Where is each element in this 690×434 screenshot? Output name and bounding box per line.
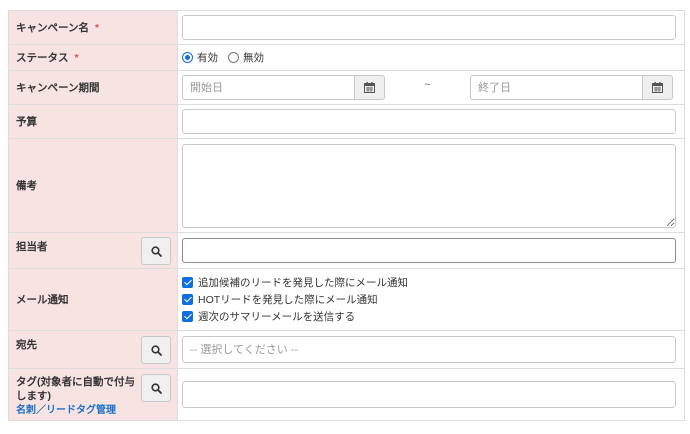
required-mark: * <box>94 22 100 34</box>
owner-search-button[interactable] <box>141 237 171 265</box>
tags-label: タグ(対象者に自動で付与 します) 名刺／リードタグ管理 <box>8 368 178 421</box>
search-icon <box>150 344 162 356</box>
tag-management-link[interactable]: 名刺／リードタグ管理 <box>16 405 116 416</box>
budget-input[interactable] <box>182 109 676 134</box>
campaign-name-label: キャンペーン名 * <box>8 10 178 45</box>
checkbox-checked[interactable] <box>182 294 193 305</box>
owner-label: 担当者 <box>8 232 178 269</box>
checkbox-checked[interactable] <box>182 311 193 322</box>
tags-input[interactable] <box>182 381 676 408</box>
period-row: キャンペーン期間 ~ <box>8 70 685 105</box>
recipient-search-button[interactable] <box>141 336 171 364</box>
start-date-input[interactable] <box>182 75 355 100</box>
mail-notice-label: メール通知 <box>8 268 178 331</box>
status-radio-group: 有効 無効 <box>182 46 676 70</box>
search-icon <box>150 245 162 257</box>
recipient-label: 宛先 <box>8 330 178 369</box>
mail-notice-row: メール通知 追加候補のリードを発見した際にメール通知 HOTリードを発見した際に… <box>8 268 685 331</box>
search-icon <box>150 382 162 394</box>
owner-row: 担当者 <box>8 232 685 269</box>
tags-search-button[interactable] <box>141 374 171 402</box>
notes-label: 備考 <box>8 138 178 233</box>
radio-button-checked[interactable] <box>182 52 193 63</box>
budget-row: 予算 <box>8 104 685 139</box>
campaign-name-input[interactable] <box>182 15 676 40</box>
notes-row: 備考 <box>8 138 685 233</box>
end-date-calendar-button[interactable] <box>643 75 673 100</box>
owner-input[interactable] <box>182 238 676 263</box>
budget-label: 予算 <box>8 104 178 139</box>
start-date-calendar-button[interactable] <box>355 75 385 100</box>
notify-new-candidates-option[interactable]: 追加候補のリードを発見した際にメール通知 <box>182 274 676 291</box>
status-option-active[interactable]: 有効 <box>182 50 218 65</box>
recipient-input[interactable] <box>182 336 676 363</box>
campaign-form: キャンペーン名 * ステータス * 有効 無効 キャンペーン期間 開始日 ~ 終… <box>8 10 685 421</box>
status-label: ステータス * <box>8 44 178 71</box>
end-date-input[interactable] <box>470 75 643 100</box>
notify-hot-leads-option[interactable]: HOTリードを発見した際にメール通知 <box>182 291 676 308</box>
mail-notice-checkbox-group: 追加候補のリードを発見した際にメール通知 HOTリードを発見した際にメール通知 … <box>182 270 676 329</box>
calendar-icon <box>652 82 663 93</box>
period-label: キャンペーン期間 <box>8 70 178 105</box>
required-mark: * <box>74 52 79 64</box>
status-option-inactive[interactable]: 無効 <box>228 50 264 65</box>
calendar-icon <box>364 82 375 93</box>
tags-row: タグ(対象者に自動で付与 します) 名刺／リードタグ管理 <box>8 368 685 421</box>
notes-textarea[interactable] <box>182 143 676 228</box>
date-range-separator: ~ <box>424 78 431 91</box>
end-date-group <box>470 75 673 100</box>
weekly-summary-option[interactable]: 週次のサマリーメールを送信する <box>182 308 676 325</box>
status-row: ステータス * 有効 無効 <box>8 44 685 71</box>
start-date-group <box>182 75 385 100</box>
campaign-name-row: キャンペーン名 * <box>8 10 685 45</box>
radio-button-unchecked[interactable] <box>228 52 239 63</box>
checkbox-checked[interactable] <box>182 277 193 288</box>
recipient-row: 宛先 <box>8 330 685 369</box>
